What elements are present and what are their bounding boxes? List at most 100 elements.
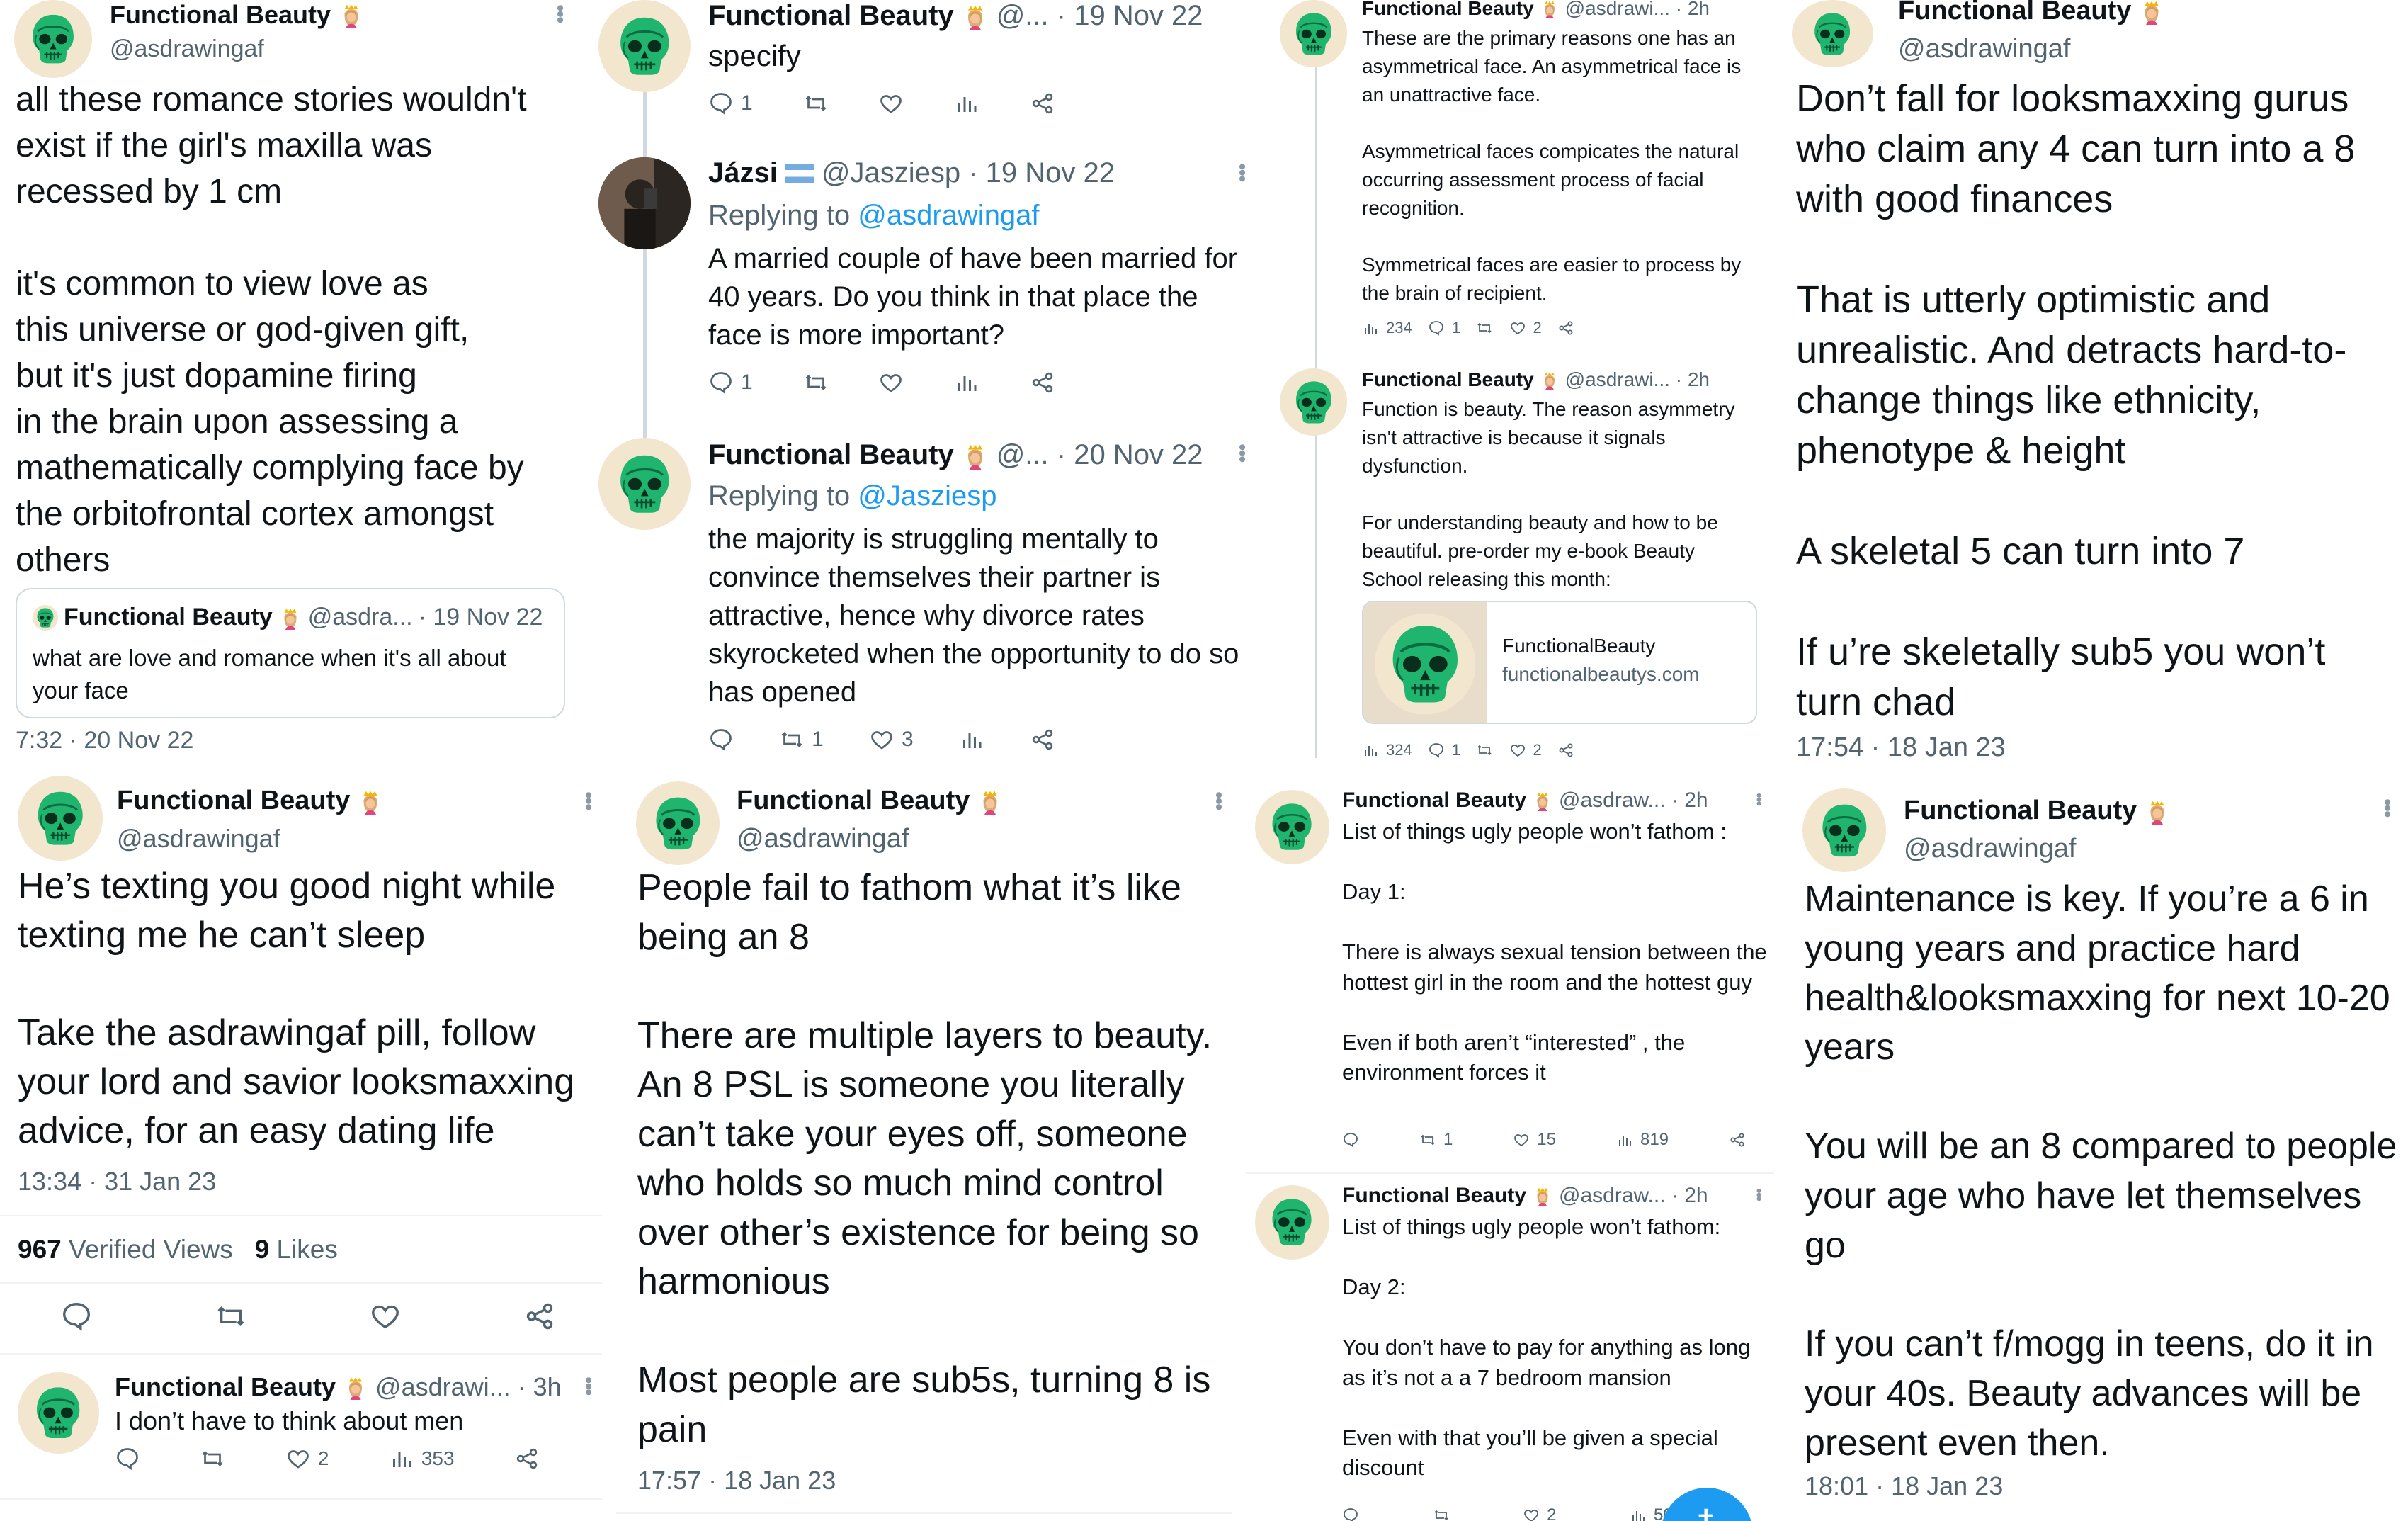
reply-button[interactable]: 1 bbox=[1428, 741, 1460, 759]
views-button[interactable]: 324 bbox=[1362, 741, 1412, 759]
retweet-button[interactable]: 1 bbox=[779, 727, 824, 752]
like-button[interactable]: 2 bbox=[1509, 319, 1542, 337]
reply-button[interactable] bbox=[1342, 1507, 1359, 1521]
tweet-timestamp[interactable]: 7:32 · 20 Nov 22 bbox=[16, 727, 193, 754]
like-button[interactable] bbox=[878, 91, 904, 116]
like-button[interactable]: 2 bbox=[1509, 741, 1542, 759]
share-button[interactable] bbox=[523, 1300, 556, 1333]
like-button[interactable]: 3 bbox=[869, 727, 914, 752]
author-name[interactable]: Functional Beauty bbox=[1898, 0, 2131, 26]
share-button[interactable] bbox=[1030, 370, 1055, 395]
reply-button[interactable] bbox=[708, 727, 734, 752]
tweet-timestamp[interactable]: 13:34 · 31 Jan 23 bbox=[18, 1167, 216, 1197]
reply-button[interactable]: 1 bbox=[708, 91, 753, 116]
skull-avatar-icon[interactable] bbox=[636, 781, 720, 865]
tweet-timestamp[interactable]: 18:01 · 18 Jan 23 bbox=[1805, 1471, 2003, 1501]
more-icon[interactable]: ••• bbox=[1207, 791, 1230, 810]
author-handle[interactable]: @asdrawingaf bbox=[117, 824, 280, 854]
more-icon[interactable]: ••• bbox=[2375, 798, 2399, 817]
reply-button[interactable]: 1 bbox=[1428, 319, 1460, 337]
views-button[interactable] bbox=[959, 727, 984, 752]
more-icon[interactable]: ••• bbox=[1750, 793, 1768, 805]
retweet-button[interactable]: 1 bbox=[1419, 1130, 1453, 1150]
share-button[interactable] bbox=[1557, 320, 1574, 337]
share-button[interactable] bbox=[1729, 1131, 1746, 1148]
skull-avatar-icon[interactable] bbox=[1255, 790, 1329, 864]
author-name[interactable]: Functional Beauty bbox=[1362, 368, 1534, 391]
skull-avatar-icon[interactable] bbox=[1255, 1185, 1329, 1260]
tweet-timestamp[interactable]: 17:54 · 18 Jan 23 bbox=[1796, 733, 2006, 763]
reply-icon bbox=[708, 91, 734, 116]
views-label[interactable]: Verified Views bbox=[69, 1235, 233, 1264]
author-name[interactable]: Functional Beauty bbox=[115, 1372, 336, 1402]
author-name[interactable]: Functional Beauty bbox=[110, 0, 331, 30]
author-name[interactable]: Functional Beauty bbox=[1342, 1184, 1526, 1208]
retweet-button[interactable] bbox=[803, 91, 829, 116]
skull-avatar-icon[interactable] bbox=[18, 776, 103, 861]
like-button[interactable]: 2 bbox=[1523, 1505, 1556, 1521]
author-handle[interactable]: @asdrawingaf bbox=[110, 35, 264, 63]
retweet-button[interactable] bbox=[1476, 742, 1493, 759]
views-button[interactable] bbox=[954, 91, 979, 116]
like-icon bbox=[878, 91, 904, 116]
more-icon[interactable]: ••• bbox=[1230, 163, 1254, 181]
more-icon[interactable]: ••• bbox=[577, 1376, 600, 1395]
replying-to-link[interactable]: @Jasziesp bbox=[858, 480, 996, 511]
skull-avatar-icon[interactable] bbox=[1802, 788, 1886, 872]
more-icon[interactable]: ••• bbox=[548, 4, 572, 23]
tweet-meta: @asdraw... · 2h bbox=[1559, 788, 1708, 812]
tweet-timestamp[interactable]: 17:57 · 18 Jan 23 bbox=[637, 1466, 836, 1495]
share-button[interactable] bbox=[1557, 742, 1574, 759]
author-name[interactable]: Functional Beauty bbox=[1342, 788, 1526, 813]
quote-tweet[interactable]: Functional Beauty @asdra... · 19 Nov 22 … bbox=[16, 588, 565, 718]
retweet-icon bbox=[779, 727, 805, 752]
link-card[interactable]: FunctionalBeauty functionalbeautys.com bbox=[1362, 601, 1757, 724]
author-handle[interactable]: @asdrawingaf bbox=[1898, 34, 2070, 64]
author-handle[interactable]: @asdrawingaf bbox=[1904, 834, 2076, 864]
author-name[interactable]: Functional Beauty bbox=[1904, 796, 2137, 826]
like-button[interactable]: 15 bbox=[1513, 1130, 1556, 1150]
retweet-button[interactable] bbox=[200, 1446, 225, 1471]
skull-avatar-icon[interactable] bbox=[1280, 368, 1347, 436]
author-name[interactable]: Functional Beauty bbox=[1362, 0, 1534, 20]
retweet-button[interactable] bbox=[1433, 1507, 1450, 1521]
author-name[interactable]: Functional Beauty bbox=[737, 786, 970, 816]
views-button[interactable]: 353 bbox=[389, 1446, 455, 1471]
retweet-button[interactable] bbox=[1476, 320, 1493, 337]
more-icon[interactable]: ••• bbox=[1230, 443, 1254, 462]
skull-avatar-icon[interactable] bbox=[1280, 0, 1347, 67]
like-button[interactable]: 2 bbox=[285, 1446, 329, 1471]
photo-avatar[interactable] bbox=[598, 157, 691, 249]
like-button[interactable] bbox=[878, 370, 904, 395]
likes-label[interactable]: Likes bbox=[276, 1235, 337, 1264]
skull-avatar-icon[interactable] bbox=[18, 1372, 99, 1454]
reply-button[interactable] bbox=[1342, 1131, 1359, 1148]
views-button[interactable]: 234 bbox=[1362, 319, 1412, 337]
share-button[interactable] bbox=[1030, 727, 1055, 752]
views-button[interactable] bbox=[954, 370, 979, 395]
views-button[interactable]: 819 bbox=[1616, 1130, 1669, 1150]
share-icon bbox=[1557, 742, 1574, 759]
compose-fab-button[interactable]: + bbox=[1661, 1488, 1753, 1521]
share-button[interactable] bbox=[514, 1446, 540, 1471]
more-icon[interactable]: ••• bbox=[1750, 1188, 1768, 1200]
skull-avatar-icon[interactable] bbox=[598, 438, 691, 530]
panel-thread-asymmetry: Functional Beauty @asdrawi... · 2h These… bbox=[1271, 0, 1767, 776]
author-name[interactable]: Functional Beauty bbox=[708, 439, 954, 471]
author-name[interactable]: Jázsi bbox=[708, 157, 778, 189]
reply-button[interactable]: 1 bbox=[708, 370, 753, 395]
skull-avatar-icon[interactable] bbox=[1792, 0, 1873, 67]
skull-avatar-icon[interactable] bbox=[598, 0, 691, 92]
retweet-button[interactable] bbox=[215, 1300, 247, 1333]
share-button[interactable] bbox=[1030, 91, 1055, 116]
reply-button[interactable] bbox=[60, 1300, 93, 1333]
like-button[interactable] bbox=[369, 1300, 402, 1333]
author-name[interactable]: Functional Beauty bbox=[117, 786, 350, 816]
replying-to-link[interactable]: @asdrawingaf bbox=[858, 200, 1039, 231]
retweet-button[interactable] bbox=[803, 370, 829, 395]
more-icon[interactable]: ••• bbox=[577, 791, 600, 810]
skull-avatar-icon[interactable] bbox=[14, 0, 92, 78]
author-name[interactable]: Functional Beauty bbox=[708, 0, 954, 32]
reply-button[interactable] bbox=[115, 1446, 140, 1471]
author-handle[interactable]: @asdrawingaf bbox=[737, 824, 909, 854]
